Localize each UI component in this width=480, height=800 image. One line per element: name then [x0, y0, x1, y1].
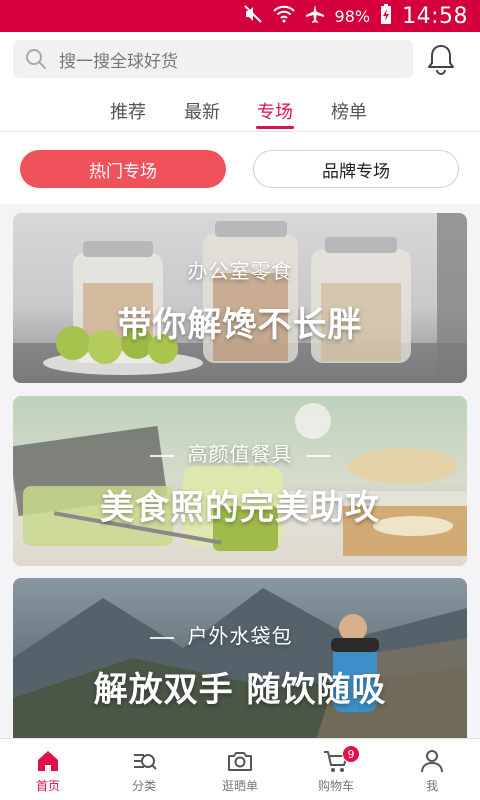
search-input[interactable]: 搜一搜全球好货 — [13, 40, 413, 78]
banner-subtitle: 户外水袋包 — [13, 620, 467, 649]
nav-label: 购物车 — [317, 779, 354, 793]
clock: 14:58 — [402, 3, 468, 29]
person-icon — [421, 750, 443, 773]
airplane-icon — [305, 4, 325, 28]
search-placeholder: 搜一搜全球好货 — [59, 51, 178, 72]
home-icon — [38, 751, 58, 771]
banner-outdoor-hydration[interactable]: 户外水袋包 解放双手 随饮随吸 — [13, 578, 467, 748]
nav-me[interactable]: 我 — [384, 739, 480, 800]
status-bar: 98% 14:58 — [0, 0, 480, 32]
cart-count-badge: 9 — [342, 745, 360, 763]
banner-title: 带你解馋不长胖 — [117, 305, 363, 345]
nav-label: 我 — [425, 779, 438, 793]
banner-title: 解放双手 随饮随吸 — [93, 670, 387, 710]
left-dash — [149, 454, 174, 457]
banner-subtitle: 办公室零食 — [187, 259, 293, 283]
nav-label: 分类 — [131, 779, 156, 793]
right-dash — [306, 454, 331, 457]
banner-title: 美食照的完美助攻 — [100, 488, 380, 528]
hot-special-button[interactable]: 热门专场 — [20, 150, 226, 188]
segment-control: 热门专场 品牌专场 — [0, 132, 480, 204]
nav-label: 逛晒单 — [221, 779, 258, 793]
nav-shows[interactable]: 逛晒单 — [192, 739, 288, 800]
camera-icon — [228, 752, 252, 771]
nav-label: 首页 — [35, 779, 60, 793]
top-tabs: 推荐 最新 专场 榜单 — [0, 90, 480, 130]
banner-tableware[interactable]: 高颜值餐具 美食照的完美助攻 — [13, 396, 467, 566]
nav-cart[interactable]: 购物车 9 — [288, 739, 384, 800]
left-dash — [149, 636, 174, 639]
active-tab-indicator — [256, 126, 294, 129]
category-icon — [134, 754, 157, 770]
banner-subtitle: 高颜值餐具 — [13, 438, 467, 467]
tab-ranking[interactable]: 榜单 — [331, 98, 367, 124]
bell-icon[interactable] — [424, 42, 458, 76]
mute-icon — [243, 5, 263, 27]
battery-charging-icon — [380, 3, 392, 29]
tab-latest[interactable]: 最新 — [184, 98, 220, 124]
banner-subtitle-text: 高颜值餐具 — [187, 442, 293, 466]
battery-percentage: 98% — [334, 6, 371, 26]
banner-office-snacks[interactable]: 办公室零食 带你解馋不长胖 — [13, 213, 467, 383]
bottom-navigation: 首页 分类 逛晒单 购物车 9 我 — [0, 738, 480, 800]
nav-category[interactable]: 分类 — [96, 739, 192, 800]
wifi-icon — [272, 5, 295, 27]
tab-recommend[interactable]: 推荐 — [110, 98, 146, 124]
search-icon — [26, 49, 46, 69]
tab-special[interactable]: 专场 — [257, 98, 293, 124]
brand-special-button[interactable]: 品牌专场 — [253, 150, 459, 188]
banner-subtitle-text: 户外水袋包 — [187, 624, 293, 648]
nav-home[interactable]: 首页 — [0, 739, 96, 800]
header: 搜一搜全球好货 推荐 最新 专场 榜单 — [0, 32, 480, 132]
